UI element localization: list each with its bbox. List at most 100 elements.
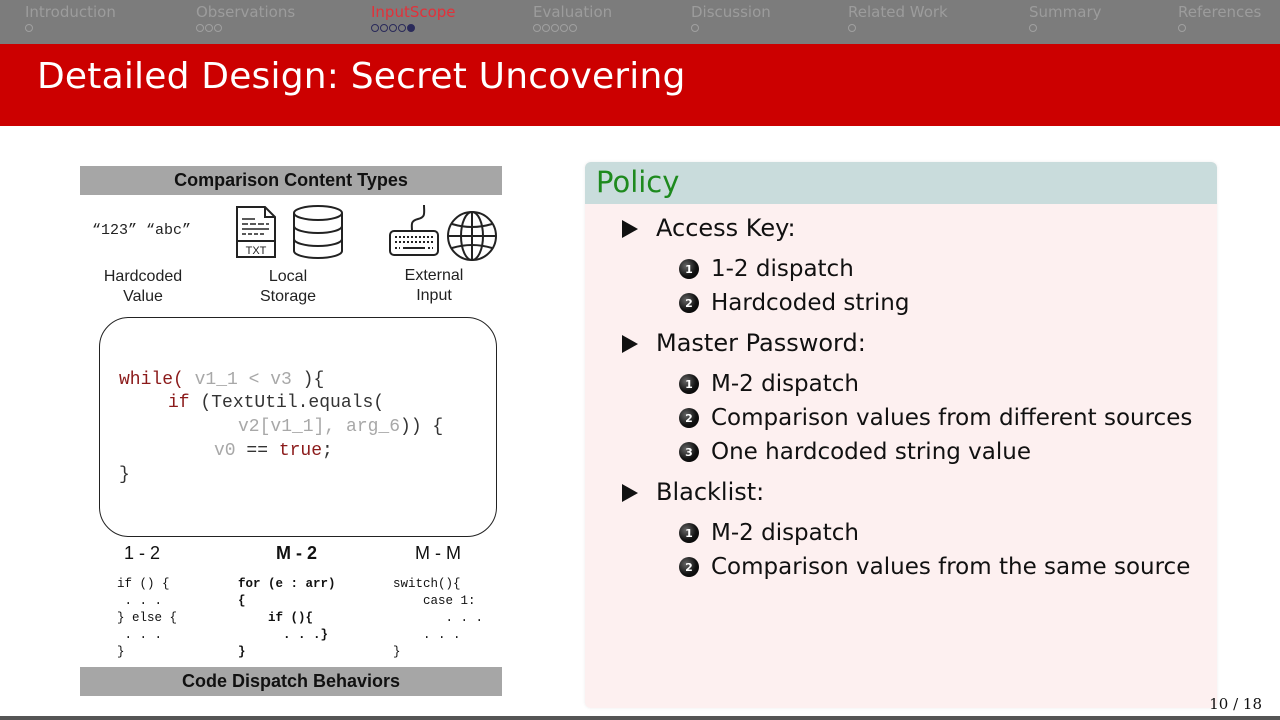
list-item-text: Comparison values from different sources [711,405,1193,431]
slide-dot[interactable] [25,24,33,32]
list-item: 1 M-2 dispatch [679,520,859,546]
group-label: Master Password: [656,329,866,357]
slide-dot[interactable] [691,24,699,32]
number-2-icon: 2 [679,557,699,577]
type-label-line: Value [123,288,163,305]
nav-section-discussion[interactable]: Discussion [691,3,771,33]
number-1-icon: 1 [679,374,699,394]
dispatch-code-m-m: switch(){ case 1: . . . . . . } [393,577,484,659]
slide-dot[interactable] [560,24,568,32]
policy-group-access-key: Access Key: [622,214,796,242]
type-label-line: Local [268,268,308,285]
list-item: 3 One hardcoded string value [679,439,1031,465]
nav-section-inputscope[interactable]: InputScope [371,3,456,33]
number-1-icon: 1 [679,259,699,279]
slide-dot[interactable] [542,24,550,32]
dispatch-label-m-2: M - 2 [276,543,318,563]
nav-dots [1178,23,1261,33]
list-item: 1 1-2 dispatch [679,256,854,282]
type-label-line: External [404,267,464,284]
nav-section-introduction[interactable]: Introduction [25,3,116,33]
txt-file-icon: TXT [236,206,276,258]
slide-dot[interactable] [214,24,222,32]
keyboard-icon [389,204,439,256]
figure-footer: Code Dispatch Behaviors [80,667,502,696]
nav-dots [533,23,612,33]
group-label: Blacklist: [656,478,765,506]
nav-label: Summary [1029,3,1102,21]
nav-section-evaluation[interactable]: Evaluation [533,3,612,33]
number-2-icon: 2 [679,293,699,313]
slide-dot[interactable] [1178,24,1186,32]
nav-label: Related Work [848,3,948,21]
code-line-1: while( v1_1 < v3 ){ [119,370,324,390]
slide-dot[interactable] [1029,24,1037,32]
slide-dot[interactable] [551,24,559,32]
slide-dot[interactable] [533,24,541,32]
nav-dots [691,23,771,33]
dispatch-code-1-2: if () { . . . } else { . . . } [117,577,178,659]
slide-dot[interactable] [569,24,577,32]
code-line-3: v2[v1_1], arg_6)) { [238,417,443,437]
type-label-line: Input [416,287,452,304]
list-item-text: 1-2 dispatch [711,256,854,282]
code-line-4: v0 == true; [214,441,333,461]
list-item: 1 M-2 dispatch [679,371,859,397]
number-3-icon: 3 [679,442,699,462]
nav-section-references[interactable]: References [1178,3,1261,33]
code-keyword: while( [119,370,184,390]
nav-label: Observations [196,3,296,21]
code-text: ){ [302,370,325,390]
nav-section-observations[interactable]: Observations [196,3,295,33]
type-label-line: Storage [259,288,317,305]
nav-label: Discussion [691,3,771,21]
nav-dots [196,23,295,33]
dispatch-code-m-2: for (e : arr) { if (){ . . .} } [238,577,336,659]
slide-dot[interactable] [398,24,406,32]
slide-dot[interactable] [380,24,388,32]
nav-dots [1029,23,1102,33]
policy-group-blacklist: Blacklist: [622,478,764,506]
slide-dot[interactable] [205,24,213,32]
number-1-icon: 1 [679,523,699,543]
code-text: (TextUtil.equals( [189,393,385,413]
nav-label: Evaluation [533,3,613,21]
slide-dot[interactable] [848,24,856,32]
nav-label: Introduction [25,3,116,21]
hardcoded-sample-values: “123” “abc” [92,222,192,239]
bottom-border [0,716,1280,720]
globe-icon [447,211,497,261]
list-item-text: Hardcoded string [711,290,910,316]
code-variable: v2[v1_1], arg_6 [238,417,401,437]
code-variable: v0 [214,441,236,461]
slide-title: Detailed Design: Secret Uncovering [37,56,686,97]
type-label-line: Hardcoded [103,268,183,285]
dispatch-label-m-m: M - M [415,543,461,563]
code-text: == [235,441,279,461]
group-label: Access Key: [656,214,796,242]
nav-dots [848,23,948,33]
nav-section-related-work[interactable]: Related Work [848,3,948,33]
nav-label: InputScope [371,3,456,21]
txt-icon-label: TXT [246,245,267,257]
triangle-bullet-icon [622,335,638,353]
slide-dot[interactable] [196,24,204,32]
page-number: 10 / 18 [1209,695,1262,713]
figure-header: Comparison Content Types [80,166,502,195]
nav-section-summary[interactable]: Summary [1029,3,1102,33]
code-text: ; [322,441,333,461]
list-item-text: Comparison values from the same source [711,554,1191,580]
list-item-text: M-2 dispatch [711,520,859,546]
list-item: 2 Comparison values from the same source [679,554,1190,580]
dispatch-label-1-2: 1 - 2 [124,543,161,563]
nav-dots [25,23,116,33]
list-item-text: M-2 dispatch [711,371,859,397]
slide-dot[interactable] [371,24,379,32]
code-variable: v1_1 < v3 [183,370,303,390]
current-slide-dot[interactable] [407,24,415,32]
code-line-5: } [119,465,130,485]
policy-group-master-password: Master Password: [622,329,866,357]
code-example-box: while( v1_1 < v3 ){ if (TextUtil.equals(… [99,317,497,537]
slide-dot[interactable] [389,24,397,32]
policy-title: Policy [596,165,680,199]
